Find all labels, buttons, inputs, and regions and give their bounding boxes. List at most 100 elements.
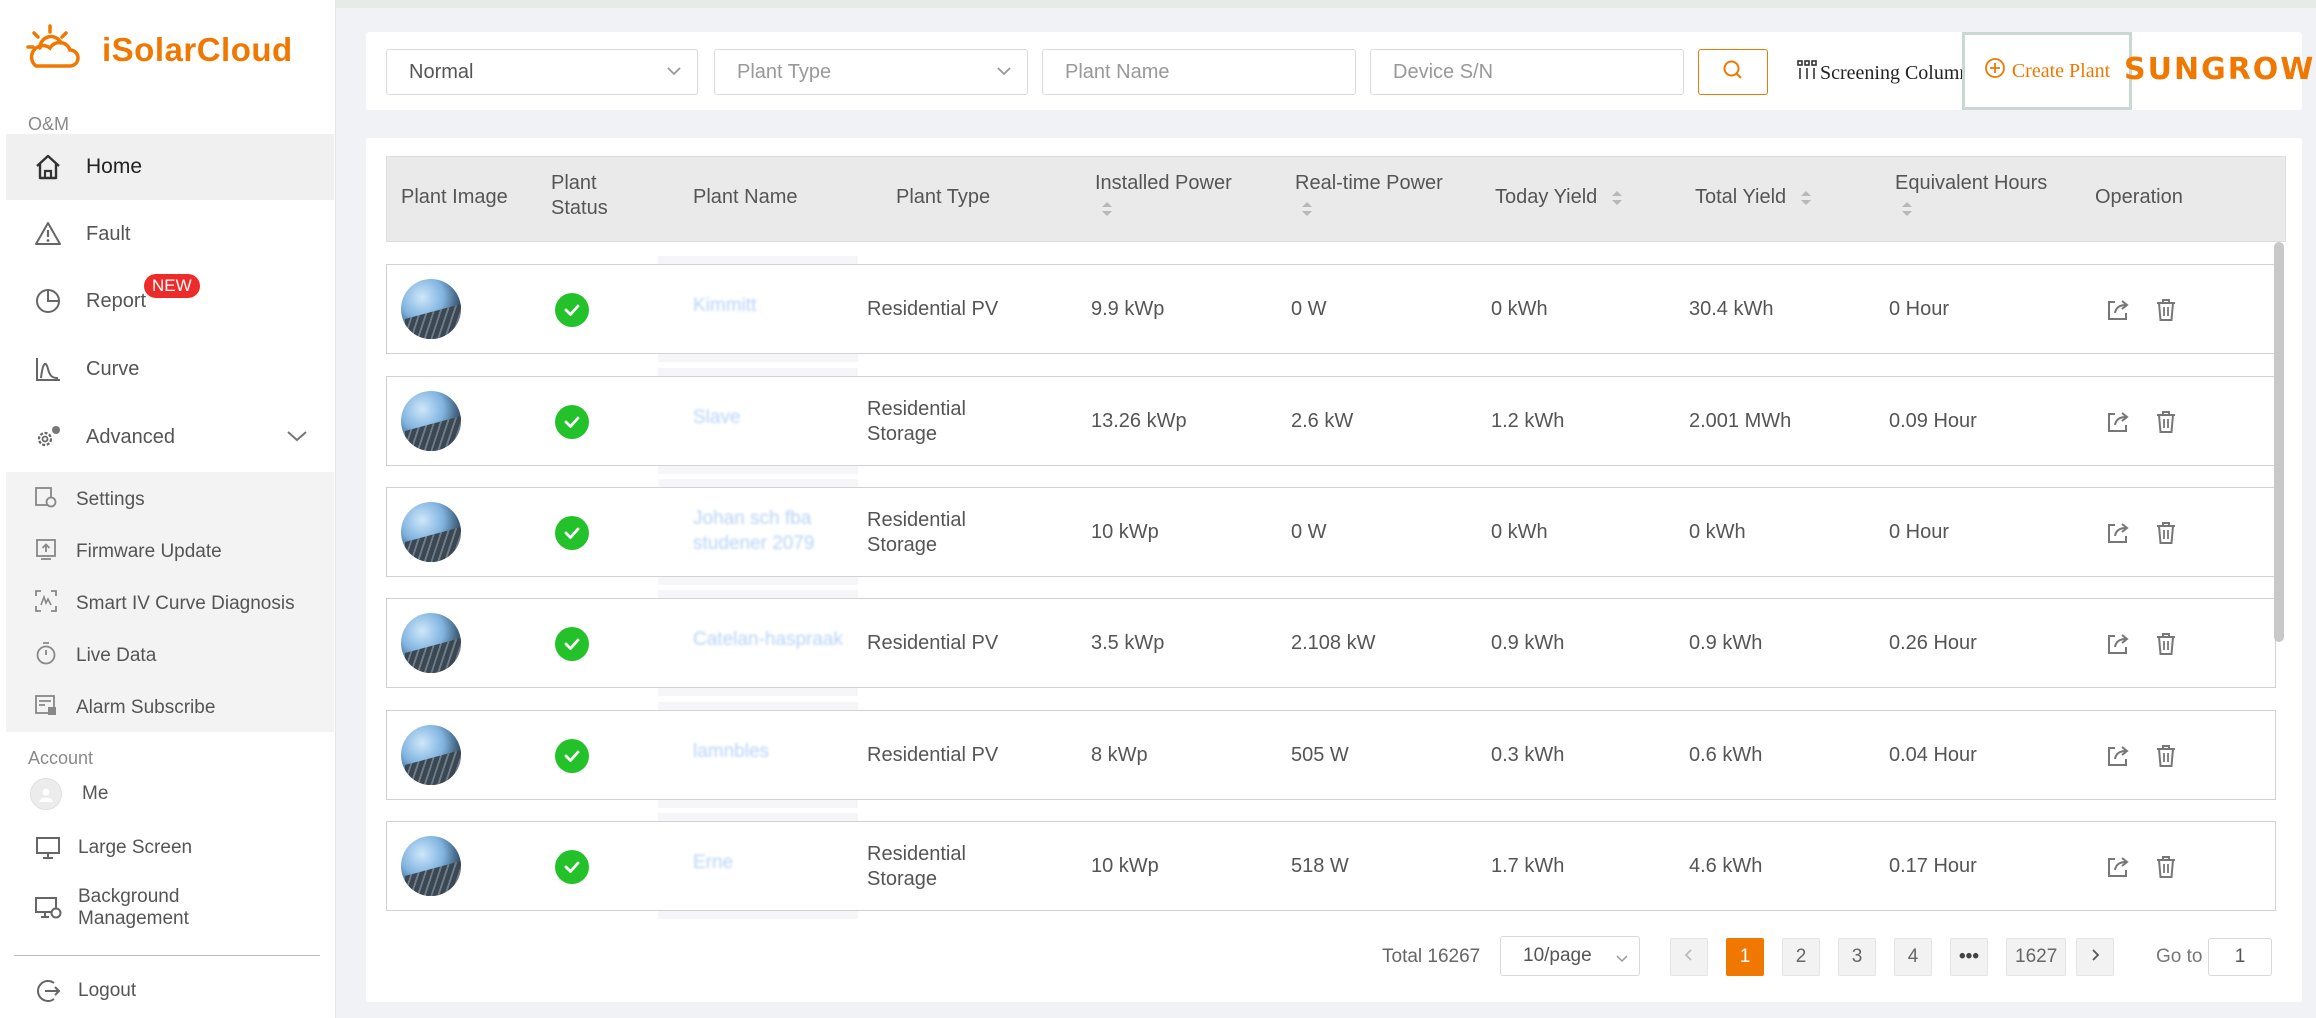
nav-live-data[interactable]: Live Data xyxy=(6,630,334,682)
curve-chart-icon xyxy=(32,353,64,385)
goto-page-input[interactable] xyxy=(2208,938,2272,976)
plant-image[interactable] xyxy=(401,725,461,785)
delete-icon[interactable] xyxy=(2151,407,2181,437)
nav-curve-label: Curve xyxy=(86,357,140,380)
share-icon[interactable] xyxy=(2103,295,2133,325)
plant-name-input[interactable]: Plant Name xyxy=(1042,49,1356,95)
alarm-list-icon xyxy=(34,693,58,723)
cell-installed: 3.5 kWp xyxy=(1091,632,1165,654)
nav-fault[interactable]: Fault xyxy=(6,201,334,267)
plant-image[interactable] xyxy=(401,279,461,339)
nav-me[interactable]: Me xyxy=(6,768,334,820)
page-button-4[interactable]: 4 xyxy=(1894,938,1932,976)
cell-realtime: 0 W xyxy=(1291,521,1327,543)
next-page-button[interactable] xyxy=(2076,938,2114,976)
table-row[interactable]: Catelan-haspraak Residential PV 3.5 kWp 2.… xyxy=(386,598,2276,688)
sort-icon[interactable] xyxy=(1301,200,1313,218)
nav-curve[interactable]: Curve xyxy=(6,336,334,402)
nav-smart-iv-curve[interactable]: Smart IV Curve Diagnosis xyxy=(6,578,334,630)
create-plant-button[interactable]: Create Plant xyxy=(1962,32,2132,110)
chevron-down-icon xyxy=(286,426,308,449)
page-button-1[interactable]: 1 xyxy=(1726,938,1764,976)
page-button-2[interactable]: 2 xyxy=(1782,938,1820,976)
monitor-icon xyxy=(32,832,64,864)
page-button-3[interactable]: 3 xyxy=(1838,938,1876,976)
col-total-yield-label: Total Yield xyxy=(1695,186,1787,208)
table-scrollbar[interactable] xyxy=(2274,242,2284,642)
plant-name-link[interactable]: lamnbles xyxy=(693,739,873,764)
status-ok-icon xyxy=(555,850,589,884)
share-icon[interactable] xyxy=(2103,407,2133,437)
plant-name-link[interactable]: Kimmitt xyxy=(693,293,873,318)
plant-image[interactable] xyxy=(401,613,461,673)
nav-home[interactable]: Home xyxy=(6,134,334,200)
table-row[interactable]: Erne Residential Storage 10 kWp 518 W 1.7 k… xyxy=(386,821,2276,911)
nav-alarm-subscribe-label: Alarm Subscribe xyxy=(76,697,216,718)
om-section-label: O&M xyxy=(28,114,70,134)
share-icon[interactable] xyxy=(2103,629,2133,659)
plant-type-select[interactable]: Plant Type xyxy=(714,49,1028,95)
cell-type: Residential Storage xyxy=(867,843,966,890)
cell-type: Residential PV xyxy=(867,744,999,766)
screening-column-button[interactable]: Screening Column xyxy=(1796,58,1966,88)
plant-name-link[interactable]: Erne xyxy=(693,850,873,875)
prev-page-button[interactable] xyxy=(1670,938,1708,976)
nav-large-screen[interactable]: Large Screen xyxy=(6,815,334,881)
col-plant-name: Plant Name xyxy=(693,186,798,208)
table-row[interactable]: Slave Residential Storage 13.26 kWp 2.6 kW… xyxy=(386,376,2276,466)
pagination-total: Total 16267 xyxy=(1382,946,1481,967)
col-realtime-power[interactable]: Real-time Power xyxy=(1295,171,1443,221)
settings-icon xyxy=(34,485,58,515)
sort-icon[interactable] xyxy=(1901,200,1913,218)
page-button-last[interactable]: 1627 xyxy=(2006,938,2067,976)
nav-background-management[interactable]: Background Management xyxy=(6,873,334,943)
search-button[interactable] xyxy=(1698,49,1768,95)
delete-icon[interactable] xyxy=(2151,741,2181,771)
chevron-down-icon xyxy=(995,62,1013,86)
plant-name-link[interactable]: Catelan-haspraak xyxy=(693,627,873,652)
page-ellipsis-button[interactable]: ••• xyxy=(1950,938,1988,976)
new-badge: NEW xyxy=(144,274,200,298)
delete-icon[interactable] xyxy=(2151,852,2181,882)
share-icon[interactable] xyxy=(2103,741,2133,771)
share-icon[interactable] xyxy=(2103,852,2133,882)
nav-alarm-subscribe[interactable]: Alarm Subscribe xyxy=(6,682,334,734)
share-icon[interactable] xyxy=(2103,518,2133,548)
status-ok-icon xyxy=(555,516,589,550)
plant-name-link[interactable]: Slave xyxy=(693,405,873,430)
plant-name-link[interactable]: Johan sch fba studener 2079 xyxy=(693,506,843,556)
brand[interactable]: iSolarCloud xyxy=(26,24,293,75)
nav-firmware-update[interactable]: Firmware Update xyxy=(6,526,334,578)
device-sn-input[interactable]: Device S/N xyxy=(1370,49,1684,95)
page-size-select[interactable]: 10/page xyxy=(1500,936,1640,976)
delete-icon[interactable] xyxy=(2151,518,2181,548)
cell-realtime: 505 W xyxy=(1291,744,1349,766)
table-row[interactable]: Johan sch fba studener 2079 Residential … xyxy=(386,487,2276,577)
nav-logout[interactable]: Logout xyxy=(6,958,334,1018)
status-select[interactable]: Normal xyxy=(386,49,698,95)
col-total-yield[interactable]: Total Yield xyxy=(1695,185,1812,210)
plant-image[interactable] xyxy=(401,836,461,896)
plant-image[interactable] xyxy=(401,502,461,562)
account-section-label: Account xyxy=(28,748,94,768)
upload-icon xyxy=(34,537,58,567)
nav-settings[interactable]: Settings xyxy=(6,474,334,526)
col-equivalent-hours[interactable]: Equivalent Hours xyxy=(1895,171,2047,221)
plant-type-placeholder: Plant Type xyxy=(737,60,832,83)
sort-icon[interactable] xyxy=(1101,200,1113,218)
device-sn-placeholder: Device S/N xyxy=(1393,60,1494,83)
delete-icon[interactable] xyxy=(2151,629,2181,659)
delete-icon[interactable] xyxy=(2151,295,2181,325)
sort-icon[interactable] xyxy=(1611,189,1623,207)
sort-icon[interactable] xyxy=(1800,189,1812,207)
col-plant-status: Plant Status xyxy=(551,172,608,219)
table-row[interactable]: lamnbles Residential PV 8 kWp 505 W 0.3 kWh… xyxy=(386,710,2276,800)
nav-advanced[interactable]: Advanced xyxy=(6,404,334,470)
col-installed-power[interactable]: Installed Power xyxy=(1095,171,1232,221)
col-today-yield[interactable]: Today Yield xyxy=(1495,185,1623,210)
cell-realtime: 0 W xyxy=(1291,298,1327,320)
table-row[interactable]: Kimmitt Residential PV 9.9 kWp 0 W 0 kWh 30.… xyxy=(386,264,2276,354)
col-equivalent-hours-label: Equivalent Hours xyxy=(1895,172,2048,194)
nav-logout-label: Logout xyxy=(78,980,137,1001)
plant-image[interactable] xyxy=(401,391,461,451)
